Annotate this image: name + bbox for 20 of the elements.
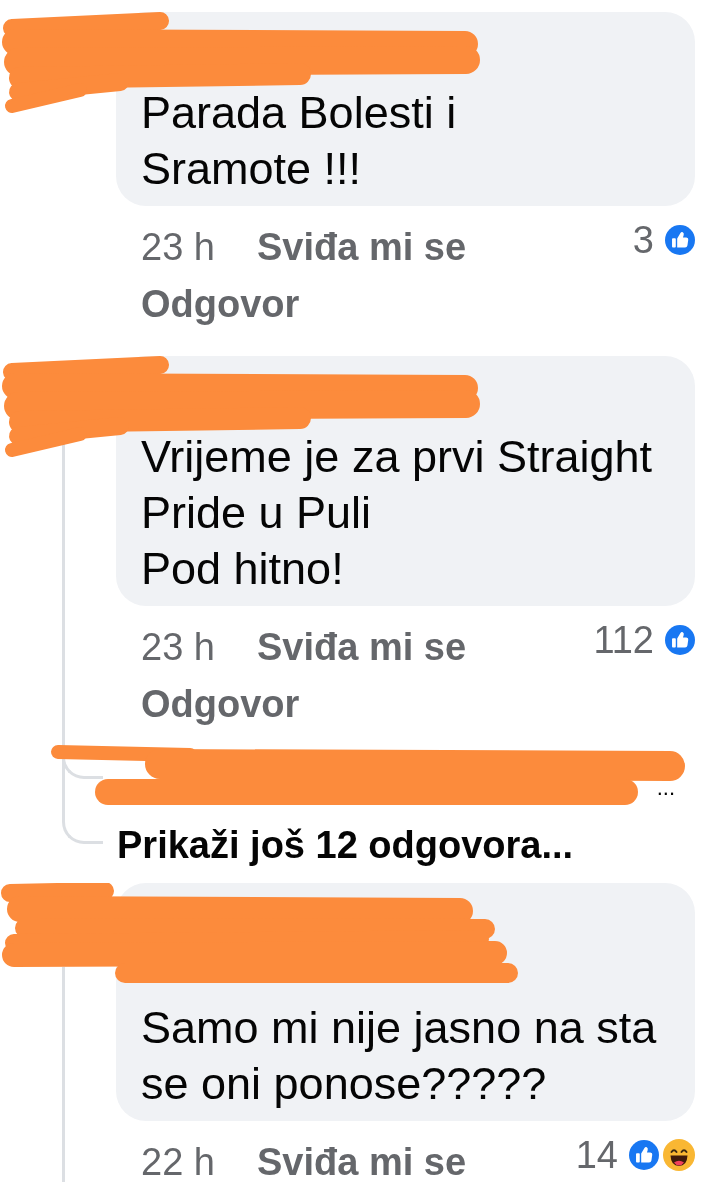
comment-time: 23 h [141, 227, 215, 267]
comment-time: 23 h [141, 627, 215, 667]
comment-text: Samo mi nije jasno na sta se oni ponose????? [141, 1001, 658, 1111]
reply-button[interactable]: Odgovor [141, 284, 300, 324]
like-button[interactable]: Sviđa mi se [256, 627, 467, 667]
comment-text: Parada Bolesti i Sramote !!! [141, 86, 458, 196]
show-more-replies-link[interactable]: Prikaži još 12 odgovora... [116, 826, 574, 864]
thumbs-up-icon [665, 225, 695, 255]
reaction-count: 14 [575, 1135, 618, 1175]
thumbs-up-icon [665, 625, 695, 655]
comment-text: Vrijeme je za prvi Straight Pride u Puli Pod hitno! [141, 430, 654, 596]
reply-button[interactable]: Odgovor [141, 684, 300, 724]
like-button[interactable]: Sviđa mi se [256, 1142, 467, 1182]
comment-time: 22 h [141, 1142, 215, 1182]
reply-text: ... [656, 778, 675, 798]
thumbs-up-icon [629, 1140, 659, 1170]
laughing-emoji-icon [663, 1139, 695, 1171]
reaction-count: 112 [593, 620, 654, 660]
like-button[interactable]: Sviđa mi se [256, 227, 467, 267]
reaction-count: 3 [632, 220, 654, 260]
